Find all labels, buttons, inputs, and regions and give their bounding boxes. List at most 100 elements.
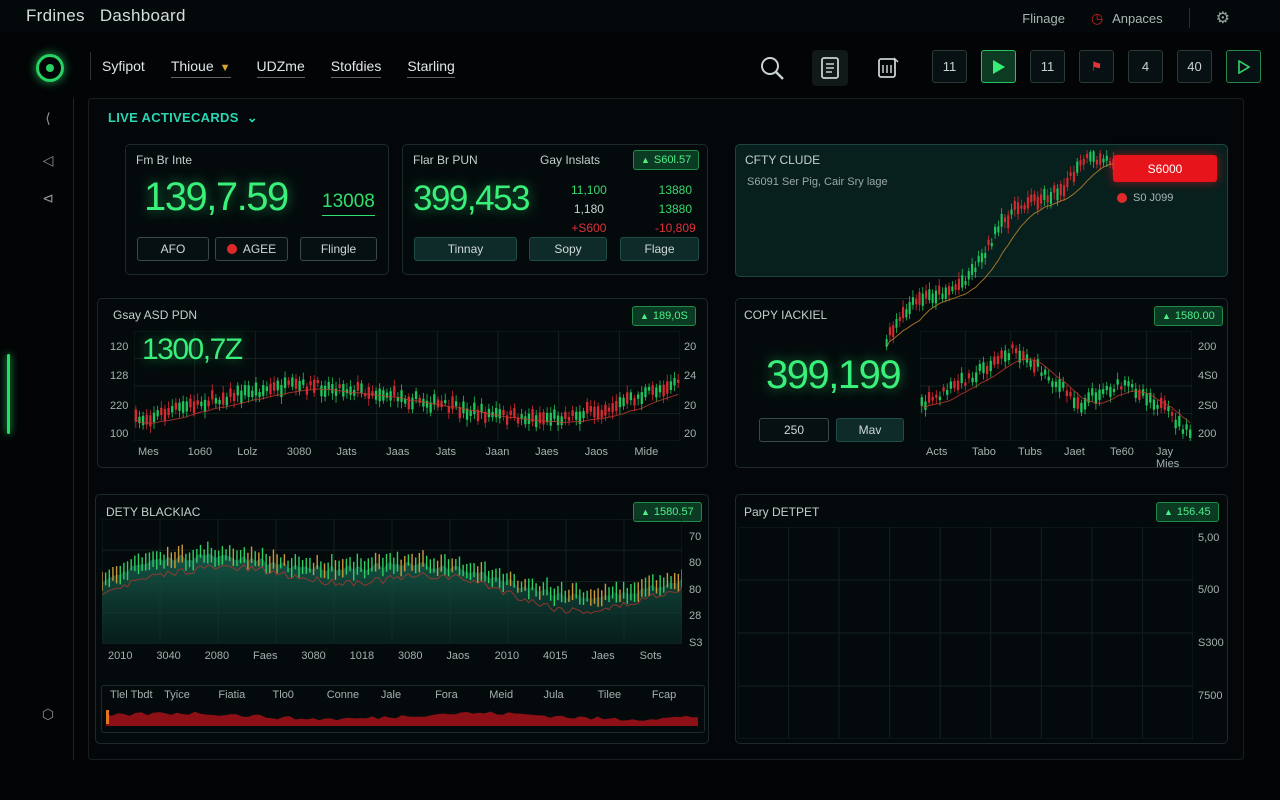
x-tick: 2010 bbox=[494, 650, 520, 662]
chart-4-panel: Pary DETPET ▲ 156.45 5,00 5/00 S300 7500 bbox=[735, 494, 1228, 744]
share-icon[interactable]: ⟨ bbox=[38, 110, 58, 130]
x-tick: Acts bbox=[926, 446, 948, 458]
candle bbox=[1091, 388, 1094, 396]
up-arrow-icon: ▲ bbox=[1164, 507, 1173, 517]
agee-button[interactable]: AGEE bbox=[215, 237, 288, 261]
candle bbox=[287, 380, 290, 385]
afo-button[interactable]: AFO bbox=[137, 237, 209, 261]
candle bbox=[276, 380, 279, 391]
candle bbox=[911, 297, 914, 305]
y-tick: 80 bbox=[689, 557, 702, 569]
workspaces-link[interactable]: ◷ Anpaces bbox=[1091, 10, 1163, 27]
candle bbox=[1026, 197, 1029, 209]
candle bbox=[447, 406, 451, 413]
candle bbox=[163, 408, 167, 421]
candle bbox=[938, 396, 942, 401]
candle bbox=[495, 408, 498, 418]
candle bbox=[611, 403, 614, 413]
settings-gear-icon[interactable]: ⬡ bbox=[38, 706, 58, 726]
candle bbox=[280, 384, 283, 398]
candle bbox=[167, 407, 170, 416]
nav-item-1[interactable]: Thioue ▼ bbox=[170, 58, 231, 78]
button-label: Flage bbox=[644, 242, 675, 256]
candle bbox=[192, 401, 196, 414]
chart-big-value: 399,199 bbox=[766, 353, 902, 397]
x-tick: Jale bbox=[380, 689, 402, 701]
nav-item-3[interactable]: Stofdies bbox=[330, 58, 382, 78]
link-icon[interactable]: ⊲ bbox=[38, 190, 58, 210]
candle bbox=[669, 381, 673, 390]
candle bbox=[407, 396, 410, 410]
sopy-button[interactable]: Sopy bbox=[529, 237, 607, 261]
candle bbox=[607, 407, 611, 412]
candle bbox=[1134, 388, 1137, 398]
section-title[interactable]: LIVE ACTIVECARDS ⌄ bbox=[108, 110, 258, 126]
value-250-button[interactable]: 250 bbox=[759, 418, 829, 442]
candle bbox=[469, 410, 472, 416]
play-button[interactable] bbox=[981, 50, 1016, 83]
volume-bar-chart[interactable] bbox=[102, 706, 702, 726]
nav-item-0[interactable]: Syfipot bbox=[102, 58, 145, 78]
divider bbox=[90, 52, 91, 80]
candle bbox=[636, 394, 640, 399]
finance-link[interactable]: Flinage bbox=[1022, 11, 1065, 26]
candle bbox=[1058, 379, 1061, 392]
control-4[interactable]: 4 bbox=[1128, 50, 1163, 83]
candle bbox=[1072, 171, 1075, 182]
x-tick: Conne bbox=[326, 689, 360, 701]
candle bbox=[942, 387, 945, 392]
x-tick: Tilee bbox=[597, 689, 622, 701]
candle bbox=[509, 410, 512, 416]
x-tick: 3080 bbox=[301, 650, 326, 662]
candle bbox=[905, 309, 908, 318]
nav-item-2[interactable]: UDZme bbox=[256, 58, 305, 78]
area-candle-chart[interactable] bbox=[102, 519, 682, 644]
search-icon[interactable] bbox=[754, 50, 790, 86]
candle bbox=[1020, 205, 1023, 209]
candle bbox=[240, 390, 243, 404]
candle bbox=[1112, 388, 1116, 392]
candle bbox=[553, 409, 556, 419]
candle bbox=[921, 293, 924, 306]
card-subtitle: S6091 Ser Pig, Cair Sry lage bbox=[747, 176, 888, 188]
play-outline-button[interactable] bbox=[1226, 50, 1261, 83]
candle bbox=[502, 409, 505, 416]
tinnay-button[interactable]: Tinnay bbox=[414, 237, 517, 261]
candle bbox=[1156, 404, 1159, 409]
candle bbox=[225, 396, 228, 406]
x-tick: Jats bbox=[435, 446, 456, 458]
candle bbox=[1120, 386, 1123, 390]
flage-button[interactable]: Flage bbox=[620, 237, 699, 261]
candle bbox=[218, 399, 221, 405]
candle bbox=[1069, 172, 1072, 176]
calculator-icon[interactable] bbox=[870, 50, 906, 86]
candle bbox=[1013, 200, 1016, 210]
tool-icons bbox=[754, 50, 906, 86]
document-icon[interactable] bbox=[812, 50, 848, 86]
flag-icon[interactable]: ⚑ bbox=[1079, 50, 1114, 83]
candle bbox=[331, 384, 334, 394]
section-label: LIVE ACTIVECARDS bbox=[108, 110, 239, 125]
x-tick: Jaan bbox=[485, 446, 510, 458]
control-11b[interactable]: 11 bbox=[1030, 50, 1065, 83]
candle bbox=[549, 412, 552, 426]
empty-grid-chart[interactable] bbox=[738, 527, 1193, 739]
candle bbox=[1033, 359, 1036, 373]
pill-value: 189,0S bbox=[652, 310, 688, 322]
column-1: 11,100 1,180 +S600 bbox=[571, 181, 607, 238]
send-icon[interactable]: ◁ bbox=[38, 152, 58, 172]
control-11[interactable]: 11 bbox=[932, 50, 967, 83]
candle bbox=[954, 284, 957, 290]
candle bbox=[915, 299, 918, 305]
y-tick: 128 bbox=[110, 370, 129, 382]
left-rail: ⟨ ◁ ⊲ ⬡ bbox=[16, 98, 74, 760]
nav-item-4[interactable]: Starling bbox=[407, 58, 455, 78]
logo-icon[interactable] bbox=[36, 54, 64, 82]
candle bbox=[1167, 406, 1170, 412]
candle bbox=[994, 226, 997, 235]
flingle-button[interactable]: Flingle bbox=[300, 237, 377, 261]
control-40[interactable]: 40 bbox=[1177, 50, 1212, 83]
mav-button[interactable]: Mav bbox=[836, 418, 904, 442]
settings-icon[interactable]: ⚙ bbox=[1216, 8, 1230, 28]
candle bbox=[1152, 399, 1156, 410]
